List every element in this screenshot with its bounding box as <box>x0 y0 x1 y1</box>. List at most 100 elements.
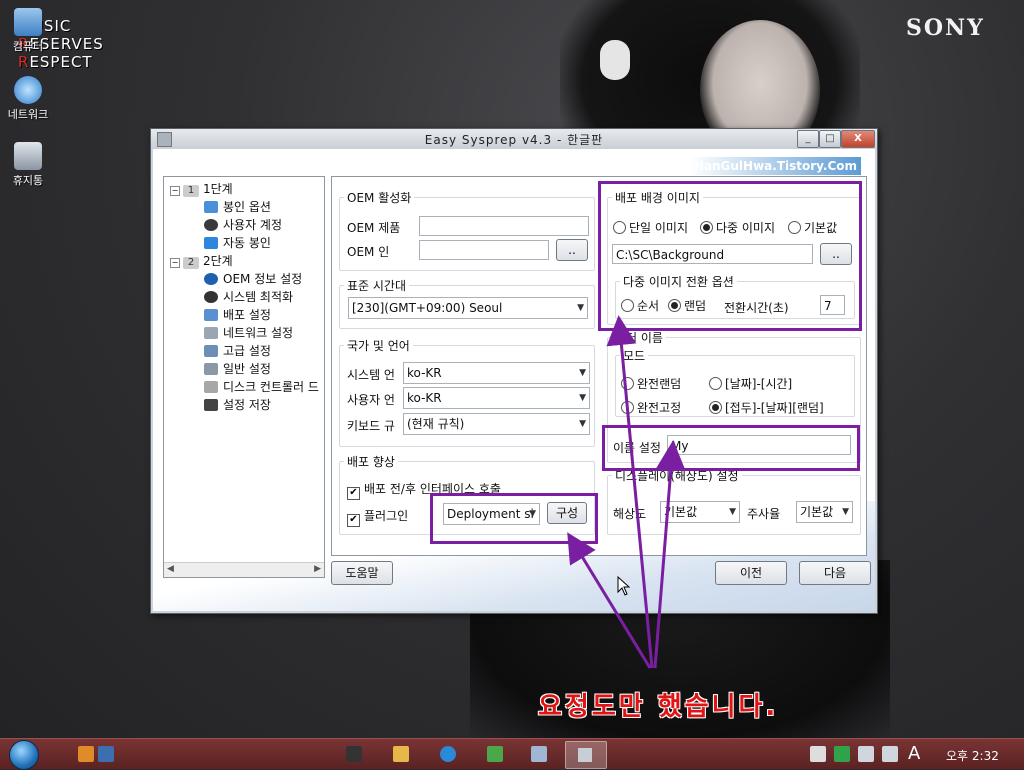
header-link[interactable]: HanGulHwa.Tistory.Com <box>689 157 861 175</box>
radio-mode-prefix-date-random[interactable]: [접두]-[날짜][랜덤] <box>709 399 824 416</box>
tree-item-network[interactable]: 네트워크 설정 <box>204 325 293 341</box>
desktop-icon-network[interactable]: 네트워크 <box>0 76 60 122</box>
network-icon <box>14 76 42 104</box>
maximize-button[interactable]: □ <box>819 130 841 148</box>
tree-item-general[interactable]: 일반 설정 <box>204 361 271 377</box>
chevron-down-icon: ▼ <box>842 507 849 517</box>
tree-node-stage1[interactable]: −1 1단계 <box>170 181 233 197</box>
chevron-down-icon: ▼ <box>529 509 536 519</box>
brand-logo: SONY <box>906 15 985 41</box>
minimize-button[interactable]: _ <box>797 130 819 148</box>
tree-item-deploy[interactable]: 배포 설정 <box>204 307 271 323</box>
tree-item-auto-seal[interactable]: 자동 봉인 <box>204 235 271 251</box>
tree-horizontal-scrollbar[interactable]: ◀ ▶ <box>164 562 324 577</box>
computer-icon <box>14 8 42 36</box>
tree-item-optimize[interactable]: 시스템 최적화 <box>204 289 293 305</box>
keyboard-label: 키보드 규 <box>347 419 395 433</box>
wallpaper-headphone <box>600 40 630 80</box>
name-setting-field[interactable]: My <box>667 435 851 455</box>
radio-mode-date-time[interactable]: [날짜]-[시간] <box>709 375 792 392</box>
interface-call-checkbox[interactable]: ✔ 배포 전/후 인터페이스 호출 <box>347 480 501 500</box>
oem-logo-label: OEM 인 <box>347 245 390 259</box>
scroll-left-icon[interactable]: ◀ <box>167 564 174 574</box>
plugin-config-button[interactable]: 구성 <box>547 502 587 524</box>
desktop-icon-computer[interactable]: 컴퓨터 <box>0 8 60 54</box>
tree-item-disk-controller[interactable]: 디스크 컨트롤러 드 <box>204 379 319 395</box>
interval-field[interactable]: 7 <box>820 295 845 315</box>
collapse-icon[interactable]: − <box>170 186 180 196</box>
oem-logo-browse-button[interactable]: .. <box>556 239 588 261</box>
tree-item-oem-info[interactable]: OEM 정보 설정 <box>204 271 302 287</box>
radio-mode-full-random[interactable]: 완전랜덤 <box>621 375 681 392</box>
user-locale-dropdown[interactable]: ko-KR ▼ <box>403 387 590 409</box>
step-tree: −1 1단계 봉인 옵션 사용자 계정 자동 봉인 −2 2단계 OEM 정보 설정… <box>163 176 325 578</box>
keyboard-dropdown[interactable]: (현재 규칙) ▼ <box>403 413 590 435</box>
refresh-rate-label: 주사율 <box>747 507 781 521</box>
tray-network-icon[interactable] <box>858 746 874 762</box>
start-button[interactable] <box>9 740 39 770</box>
scroll-right-icon[interactable]: ▶ <box>314 564 321 574</box>
radio-off-icon <box>621 401 634 414</box>
mouse-cursor-icon <box>617 576 631 596</box>
radio-order-sequential[interactable]: 순서 <box>621 297 659 314</box>
refresh-rate-dropdown[interactable]: 기본값 ▼ <box>796 501 853 523</box>
interval-label: 전환시간(초) <box>724 301 789 315</box>
checkmark-icon: ✔ <box>347 514 360 527</box>
monitor-icon <box>204 201 218 213</box>
arrow-icon <box>204 237 218 249</box>
background-path-field[interactable]: C:\SC\Background <box>612 244 813 264</box>
background-browse-button[interactable]: .. <box>820 243 852 265</box>
tray-windows-icon[interactable] <box>810 746 826 762</box>
radio-single-image[interactable]: 단일 이미지 <box>613 219 688 236</box>
ie-taskbar-icon[interactable] <box>440 746 456 762</box>
tree-item-user-account[interactable]: 사용자 계정 <box>204 217 282 233</box>
radio-on-icon <box>700 221 713 234</box>
tree-item-save[interactable]: 설정 저장 <box>204 397 271 413</box>
help-button[interactable]: 도움말 <box>331 561 393 585</box>
oem-product-field[interactable] <box>419 216 589 236</box>
resolution-dropdown[interactable]: 기본값 ▼ <box>660 501 740 523</box>
prev-button[interactable]: 이전 <box>715 561 787 585</box>
folder-taskbar-icon[interactable] <box>393 746 409 762</box>
title-bar[interactable]: Easy Sysprep v4.3 - 한글판 _ □ X <box>151 129 877 149</box>
chevron-down-icon: ▼ <box>577 303 584 313</box>
radio-off-icon <box>709 377 722 390</box>
desktop-icon-recycle-bin[interactable]: 휴지통 <box>0 142 60 188</box>
tray-volume-icon[interactable] <box>882 746 898 762</box>
user-locale-label: 사용자 언 <box>347 393 395 407</box>
radio-default[interactable]: 기본값 <box>788 219 837 236</box>
ime-indicator[interactable]: A <box>908 743 920 764</box>
timezone-dropdown[interactable]: [230](GMT+09:00) Seoul ▼ <box>348 297 588 319</box>
radio-on-icon <box>668 299 681 312</box>
cmd-taskbar-icon[interactable] <box>346 746 362 762</box>
plugin-dropdown[interactable]: Deployment si ▼ <box>443 503 540 525</box>
taskbar-clock[interactable]: 오후 2:32 <box>946 747 999 764</box>
system-locale-label: 시스템 언 <box>347 368 395 382</box>
info-icon <box>204 273 218 285</box>
next-button[interactable]: 다음 <box>799 561 871 585</box>
network-taskbar-icon[interactable] <box>487 746 503 762</box>
radio-order-random[interactable]: 랜덤 <box>668 297 706 314</box>
checkmark-icon: ✔ <box>347 487 360 500</box>
floppy-icon <box>204 399 218 411</box>
tray-shield-icon[interactable] <box>834 746 850 762</box>
sysprep-taskbar-button[interactable] <box>565 741 607 769</box>
system-locale-dropdown[interactable]: ko-KR ▼ <box>403 362 590 384</box>
sysprep-taskbar-icon <box>578 748 592 762</box>
tree-item-seal-options[interactable]: 봉인 옵션 <box>204 199 271 215</box>
search-taskbar-icon[interactable] <box>531 746 547 762</box>
tree-item-advanced[interactable]: 고급 설정 <box>204 343 271 359</box>
close-button[interactable]: X <box>841 130 875 148</box>
radio-off-icon <box>788 221 801 234</box>
radio-multi-image[interactable]: 다중 이미지 <box>700 219 775 236</box>
monitor-quicklaunch-icon[interactable] <box>98 746 114 762</box>
tree-node-stage2[interactable]: −2 2단계 <box>170 253 233 269</box>
chevron-down-icon: ▼ <box>579 393 586 403</box>
settings-panel: OEM 활성화 OEM 제품 OEM 인 .. 표준 시간대 [230](GMT… <box>331 176 867 556</box>
collapse-icon[interactable]: − <box>170 258 180 268</box>
recycle-bin-icon <box>14 142 42 170</box>
radio-mode-full-fixed[interactable]: 완전고정 <box>621 399 681 416</box>
explorer-quicklaunch-icon[interactable] <box>78 746 94 762</box>
oem-logo-field[interactable] <box>419 240 549 260</box>
plugin-checkbox[interactable]: ✔ 플러그인 <box>347 507 408 527</box>
